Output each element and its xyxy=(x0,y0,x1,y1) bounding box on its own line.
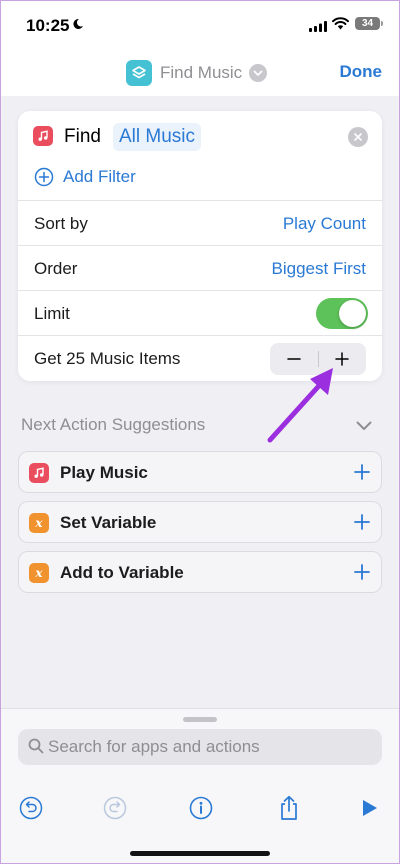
suggestion-label: Set Variable xyxy=(60,513,157,532)
suggestion-set-variable[interactable]: x Set Variable xyxy=(18,501,382,543)
suggestion-add-to-variable[interactable]: x Add to Variable xyxy=(18,551,382,593)
order-label: Order xyxy=(34,259,78,278)
add-icon[interactable] xyxy=(353,513,371,536)
shortcut-header: Find Music Done xyxy=(0,46,400,96)
chevron-down-icon xyxy=(249,64,268,82)
add-icon[interactable] xyxy=(353,463,371,486)
actions-bottom-sheet xyxy=(0,708,400,864)
add-filter-button[interactable]: Add Filter xyxy=(34,167,136,187)
wifi-icon xyxy=(332,17,349,35)
shortcut-title-menu[interactable]: Find Music xyxy=(126,60,268,86)
play-icon[interactable] xyxy=(354,793,384,823)
moon-icon xyxy=(72,17,84,35)
music-note-icon xyxy=(29,463,49,483)
close-icon[interactable] xyxy=(348,127,368,147)
battery-icon: 34 xyxy=(355,17,383,30)
find-row: Find All Music xyxy=(18,111,382,163)
undo-icon[interactable] xyxy=(16,793,46,823)
limit-row: Limit xyxy=(18,290,382,335)
shortcut-title: Find Music xyxy=(160,63,243,82)
plus-circle-icon xyxy=(34,167,54,187)
annotation-arrow-icon xyxy=(267,368,333,443)
shortcuts-app-icon xyxy=(126,60,152,86)
home-indicator-bar xyxy=(130,851,270,856)
limit-toggle[interactable] xyxy=(316,298,368,329)
editor-toolbar xyxy=(0,793,400,823)
sort-by-row: Sort by Play Count xyxy=(18,200,382,245)
limit-label: Limit xyxy=(34,304,70,323)
find-label: Find xyxy=(64,126,101,147)
sort-by-value[interactable]: Play Count xyxy=(283,214,366,234)
chevron-down-icon[interactable] xyxy=(356,418,372,436)
toggle-knob xyxy=(339,300,366,327)
suggestion-label: Play Music xyxy=(60,463,148,482)
add-icon[interactable] xyxy=(353,563,371,586)
music-note-icon xyxy=(33,126,53,146)
search-icon xyxy=(28,738,44,754)
order-value[interactable]: Biggest First xyxy=(272,259,366,279)
share-icon[interactable] xyxy=(274,793,304,823)
info-icon[interactable] xyxy=(186,793,216,823)
suggestion-label: Add to Variable xyxy=(60,563,184,582)
item-count-label: Get 25 Music Items xyxy=(34,349,181,368)
scope-parameter[interactable]: All Music xyxy=(113,123,202,151)
search-input[interactable] xyxy=(48,729,368,765)
sort-by-label: Sort by xyxy=(34,214,88,233)
status-bar: 10:25 34 xyxy=(0,0,400,46)
status-time: 10:25 xyxy=(26,16,70,35)
done-button[interactable]: Done xyxy=(340,62,383,82)
find-music-action-card: Find All Music Add Filter Sort by Play C… xyxy=(18,111,382,381)
suggestion-play-music[interactable]: Play Music xyxy=(18,451,382,493)
add-filter-label: Add Filter xyxy=(63,167,136,186)
variable-icon: x xyxy=(29,563,49,583)
redo-icon[interactable] xyxy=(100,793,130,823)
variable-icon: x xyxy=(29,513,49,533)
order-row: Order Biggest First xyxy=(18,245,382,290)
cellular-signal-icon xyxy=(309,19,327,37)
sheet-grabber[interactable] xyxy=(183,717,217,722)
search-bar xyxy=(18,729,382,765)
suggestions-heading: Next Action Suggestions xyxy=(21,415,206,434)
